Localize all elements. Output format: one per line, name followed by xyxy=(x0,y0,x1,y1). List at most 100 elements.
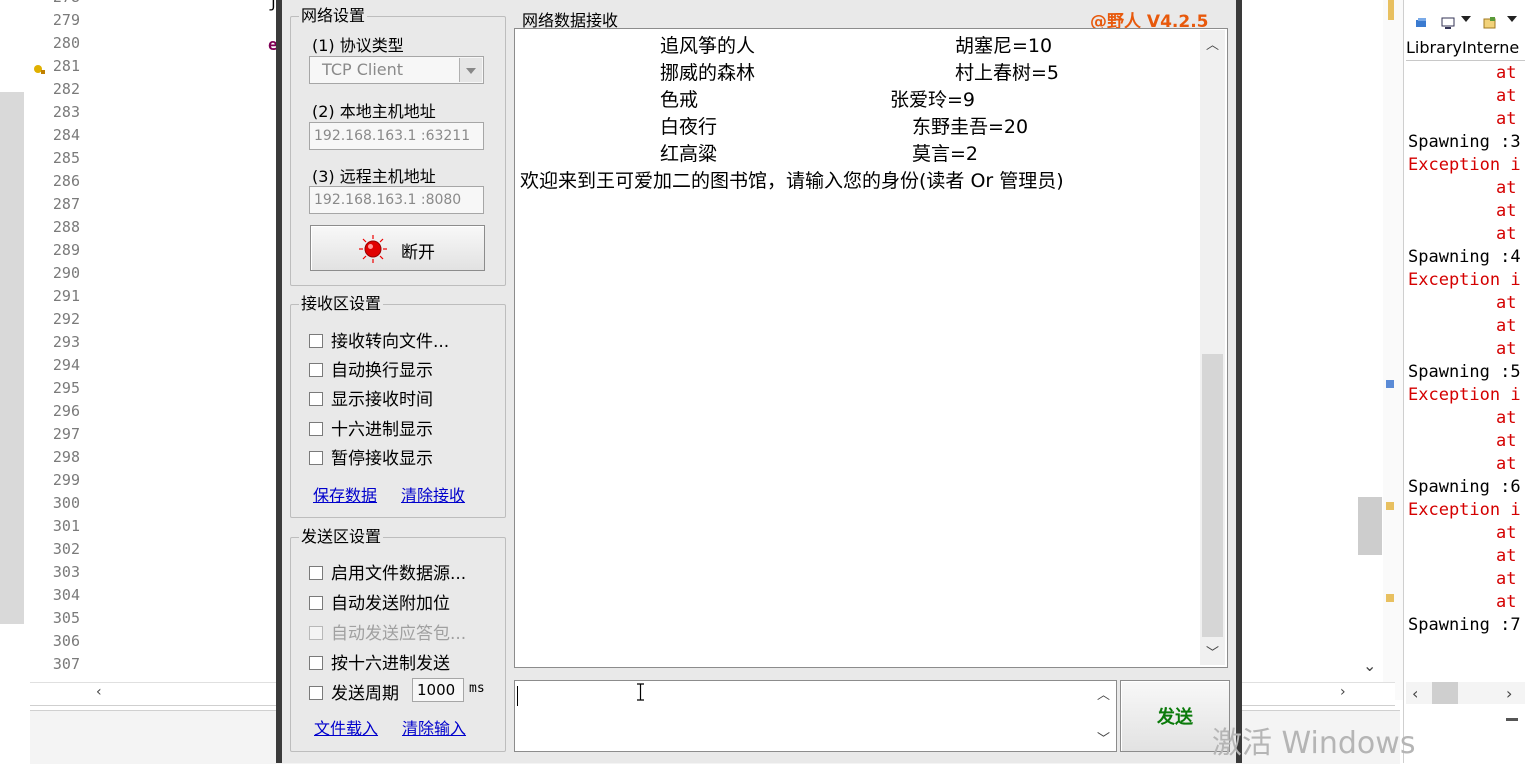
received-author-count: 东野圭吾=20 xyxy=(912,116,1029,138)
received-book-title: 色戒 xyxy=(660,89,699,111)
console-spawn-line: Spawning :7 xyxy=(1408,615,1521,635)
send-option-checkbox[interactable] xyxy=(309,566,323,580)
editor-vertical-scrollbar[interactable] xyxy=(1358,0,1382,680)
warning-marker-icon xyxy=(33,60,45,74)
scroll-left-icon[interactable]: ‹ xyxy=(1412,684,1418,703)
overview-marker-icon xyxy=(1386,380,1394,388)
receive-option[interactable]: 暂停接收显示 xyxy=(309,444,433,469)
editor-scroll-down-icon[interactable]: ⌄ xyxy=(1363,656,1376,675)
line-number: 306 xyxy=(52,632,80,650)
console-spawn-line: Spawning :3 xyxy=(1408,132,1521,152)
receive-option-checkbox[interactable] xyxy=(309,421,323,436)
received-book-title: 挪威的森林 xyxy=(660,62,756,84)
line-number: 290 xyxy=(52,264,80,282)
received-author-count: 张爱玲=9 xyxy=(890,89,976,111)
send-option-checkbox[interactable] xyxy=(309,656,323,670)
send-period-unit: ms xyxy=(469,681,485,696)
received-author-count: 胡塞尼=10 xyxy=(955,35,1053,57)
line-number: 278 xyxy=(30,0,80,6)
console-stack-line: at xyxy=(1496,339,1517,359)
received-book-title: 白夜行 xyxy=(660,116,718,138)
receive-text-area[interactable] xyxy=(514,28,1228,668)
line-number: 296 xyxy=(52,402,80,420)
line-number: 283 xyxy=(52,103,80,121)
chevron-down-icon[interactable] xyxy=(459,58,482,82)
console-stack-line: at xyxy=(1496,592,1517,612)
remote-address-label: (3) 远程主机地址 xyxy=(312,167,436,186)
console-scroll-thumb[interactable] xyxy=(1432,682,1458,704)
send-option-checkbox[interactable] xyxy=(309,596,323,610)
display-console-icon[interactable] xyxy=(1441,14,1455,29)
send-option[interactable]: 自动发送附加位 xyxy=(309,589,450,614)
send-period-checkbox[interactable] xyxy=(309,686,323,700)
open-console-icon[interactable] xyxy=(1483,14,1497,29)
minimize-icon[interactable] xyxy=(1506,718,1518,721)
console-tab[interactable]: LibraryInterne xyxy=(1406,38,1519,57)
receive-option[interactable]: 十六进制显示 xyxy=(309,415,433,440)
receive-option-checkbox[interactable] xyxy=(309,363,323,378)
scroll-down-icon[interactable]: ﹀ xyxy=(1206,642,1219,661)
line-number: 303 xyxy=(52,563,80,581)
ibeam-cursor-icon xyxy=(636,683,645,701)
send-period-input[interactable]: 1000 xyxy=(412,678,464,702)
receive-settings-title: 接收区设置 xyxy=(299,294,384,313)
received-book-title: 追风筝的人 xyxy=(660,35,756,57)
scroll-down-icon[interactable]: ﹀ xyxy=(1097,728,1110,747)
console-exception-line: Exception i xyxy=(1408,385,1521,405)
console-exception-line: Exception i xyxy=(1408,270,1521,290)
send-option[interactable]: 启用文件数据源... xyxy=(309,559,466,584)
clear-receive-link[interactable]: 清除接收 xyxy=(401,482,465,506)
disconnect-button[interactable]: 断开 xyxy=(310,225,485,271)
receive-option[interactable]: 自动换行显示 xyxy=(309,356,433,382)
receive-option-checkbox[interactable] xyxy=(309,334,323,348)
remote-address-field[interactable]: 192.168.163.1 :8080 xyxy=(309,186,484,214)
pin-icon[interactable] xyxy=(1415,14,1429,27)
line-number: 293 xyxy=(52,333,80,351)
load-file-link[interactable]: 文件载入 xyxy=(314,715,378,739)
scroll-left-icon[interactable]: ‹ xyxy=(96,684,102,700)
receive-scroll-thumb[interactable] xyxy=(1202,354,1223,637)
receive-option[interactable]: 接收转向文件... xyxy=(309,327,450,352)
line-number: 298 xyxy=(52,448,80,466)
console-exception-line: Exception i xyxy=(1408,500,1521,520)
line-number: 289 xyxy=(52,241,80,259)
protocol-select[interactable]: TCP Client xyxy=(309,56,484,84)
chevron-down-icon[interactable] xyxy=(1461,16,1471,22)
send-option[interactable]: 按十六进制发送 xyxy=(309,649,450,674)
protocol-label: (1) 协议类型 xyxy=(312,36,404,55)
chevron-down-icon[interactable] xyxy=(1507,16,1517,22)
local-address-field[interactable]: 192.168.163.1 :63211 xyxy=(309,122,484,150)
send-period-option[interactable]: 发送周期 xyxy=(309,679,399,704)
receive-option-label: 显示接收时间 xyxy=(331,390,433,411)
scroll-right-icon[interactable]: › xyxy=(1506,684,1512,703)
line-number: 297 xyxy=(52,425,80,443)
console-stack-line: at xyxy=(1496,523,1517,543)
console-stack-line: at xyxy=(1496,546,1517,566)
activate-windows-watermark: 激活 Windows xyxy=(1212,726,1416,761)
line-number: 295 xyxy=(52,379,80,397)
clear-input-link[interactable]: 清除输入 xyxy=(402,715,466,739)
scroll-up-icon[interactable]: ︿ xyxy=(1206,34,1219,53)
receive-option-label: 自动换行显示 xyxy=(331,361,433,382)
send-text-area[interactable] xyxy=(514,680,1117,752)
console-stack-line: at xyxy=(1496,293,1517,313)
receive-option-checkbox[interactable] xyxy=(309,392,323,407)
send-period-label: 发送周期 xyxy=(331,684,399,704)
save-data-link[interactable]: 保存数据 xyxy=(313,482,377,506)
line-number: 292 xyxy=(52,310,80,328)
overview-marker-icon xyxy=(1386,502,1394,510)
receive-option-checkbox[interactable] xyxy=(309,450,323,465)
line-number: 300 xyxy=(52,494,80,512)
line-number: 307 xyxy=(52,655,80,673)
console-stack-line: at xyxy=(1496,224,1517,244)
editor-scroll-thumb[interactable] xyxy=(1358,497,1382,555)
console-output: at at at Spawning :3 Exception i at at at Spawni… xyxy=(1403,62,1525,682)
overview-marker-icon xyxy=(1386,594,1394,602)
scroll-right-icon[interactable]: › xyxy=(1340,684,1346,700)
receive-option-label: 十六进制显示 xyxy=(331,419,433,440)
scroll-up-icon[interactable]: ︿ xyxy=(1097,684,1110,703)
receive-option-label: 接收转向文件... xyxy=(331,332,450,352)
receive-option[interactable]: 显示接收时间 xyxy=(309,385,433,411)
text-cursor xyxy=(517,686,518,706)
console-stack-line: at xyxy=(1496,431,1517,451)
